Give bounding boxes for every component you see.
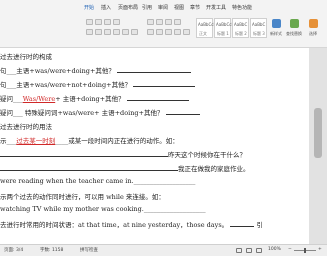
style-heading-2[interactable]: AaBbC 标题 2	[232, 18, 249, 38]
underline-button[interactable]	[104, 29, 111, 35]
doc-line-negative: 句___主语+was/were+not+doing+其他？	[0, 79, 196, 89]
italic-button[interactable]	[95, 29, 102, 35]
ribbon-toolbar: 开始 插入 页面布局 引用 审阅 视图 章节 开发工具 特色功能 AaBbCcD…	[0, 0, 327, 48]
superscript-button[interactable]	[122, 29, 129, 35]
line-spacing-button[interactable]	[183, 29, 190, 35]
font-size-down-button[interactable]	[95, 19, 102, 25]
doc-line-yes-no-question: 疑问___Was/Were+ 主语+doing+其他？	[0, 93, 189, 103]
new-style-label[interactable]: 新样式	[270, 31, 282, 37]
answer-blank[interactable]	[117, 66, 191, 73]
menu-chapter[interactable]: 章节	[190, 4, 200, 11]
menu-page-layout[interactable]: 页面布局	[118, 4, 138, 11]
answer-blank[interactable]	[0, 150, 168, 157]
new-style-icon[interactable]	[272, 19, 281, 28]
status-bar: 页面: 3/4 字数: 1158 拼写检查 100% − +	[0, 244, 327, 256]
align-right-button[interactable]	[165, 29, 172, 35]
menu-insert[interactable]: 插入	[101, 4, 111, 11]
answer-blank[interactable]	[230, 220, 255, 227]
select-label[interactable]: 选择	[309, 31, 317, 37]
menu-bar: 开始 插入 页面布局 引用 审阅 视图 章节 开发工具 特色功能	[0, 0, 327, 15]
align-center-button[interactable]	[156, 29, 163, 35]
page-view-icon[interactable]	[236, 248, 242, 253]
spell-check[interactable]: 拼写检查	[80, 247, 98, 253]
zoom-slider-handle[interactable]	[304, 248, 306, 253]
answer-blank[interactable]	[0, 164, 178, 171]
justify-button[interactable]	[174, 29, 181, 35]
vertical-scrollbar[interactable]	[309, 48, 327, 244]
outdent-button[interactable]	[174, 19, 181, 25]
zoom-level[interactable]: 100%	[268, 247, 281, 252]
document-page[interactable]: 过去进行时的构成 句___主语+was/were+doing+其他？ 句___主…	[0, 48, 309, 244]
bold-button[interactable]	[86, 29, 93, 35]
phonetic-button[interactable]	[113, 19, 120, 25]
scroll-thumb[interactable]	[314, 108, 322, 158]
indent-button[interactable]	[165, 19, 172, 25]
doc-line-example-translate-2: 我正在做我的家庭作业。	[0, 163, 250, 173]
menu-view[interactable]: 视图	[174, 4, 184, 11]
clear-format-button[interactable]	[104, 19, 111, 25]
style-normal[interactable]: AaBbCcDd 正文	[196, 18, 219, 38]
doc-line-example-english-2: watching TV while my mother was cooking.…	[0, 205, 206, 213]
answer-blank[interactable]	[133, 80, 196, 87]
doc-line-example-english-1: were reading when the teacher came in.__…	[0, 177, 196, 185]
find-replace-label[interactable]: 查找替换	[286, 31, 302, 37]
answer-blank[interactable]	[165, 108, 200, 115]
align-left-button[interactable]	[147, 29, 154, 35]
zoom-out-icon[interactable]: −	[288, 247, 292, 252]
bullets-button[interactable]	[147, 19, 154, 25]
doc-line-affirmative: 句___主语+was/were+doing+其他？	[0, 65, 191, 75]
font-color-button[interactable]	[131, 29, 138, 35]
filled-answer: Was/Were	[22, 95, 56, 103]
doc-line-heading-structure: 过去进行时的构成	[0, 53, 52, 61]
select-icon[interactable]	[309, 19, 318, 28]
menu-features[interactable]: 特色功能	[232, 4, 252, 11]
filled-answer: 过去某一时刻	[16, 137, 56, 145]
web-view-icon[interactable]	[246, 248, 252, 253]
menu-references[interactable]: 引用	[142, 4, 152, 11]
doc-line-example-translate-1: 昨天这个时候你在干什么？	[0, 149, 246, 159]
zoom-in-icon[interactable]: +	[318, 247, 322, 252]
page-indicator[interactable]: 页面: 3/4	[4, 247, 23, 253]
find-replace-icon[interactable]	[290, 19, 299, 28]
doc-line-usage-2: 示两个过去的动作同时进行，可以用 while 来连接。如：	[0, 193, 165, 201]
doc-line-usage-1: 示___过去某一时刻____或某一段时间内正在进行的动作。如：	[0, 137, 179, 145]
answer-blank[interactable]	[126, 94, 189, 101]
doc-line-wh-question: 疑问___ 特殊疑问词+was/were+ 主语+doing+其他？	[0, 107, 200, 117]
menu-start[interactable]: 开始	[84, 4, 94, 11]
font-size-up-button[interactable]	[86, 19, 93, 25]
doc-line-heading-usage: 过去进行时的用法	[0, 123, 52, 131]
style-heading-1[interactable]: AaBbCcDd 标题 1	[214, 18, 237, 38]
word-count[interactable]: 字数: 1158	[40, 247, 63, 253]
menu-review[interactable]: 审阅	[158, 4, 168, 11]
numbering-button[interactable]	[156, 19, 163, 25]
strikethrough-button[interactable]	[113, 29, 120, 35]
read-view-icon[interactable]	[256, 248, 262, 253]
style-heading-3[interactable]: AaBbC 标题 3	[250, 18, 267, 38]
menu-developer[interactable]: 开发工具	[206, 4, 226, 11]
doc-line-time-adverbials: 去进行时常用的时间状语：at that time，at nine yesterd…	[0, 220, 263, 229]
